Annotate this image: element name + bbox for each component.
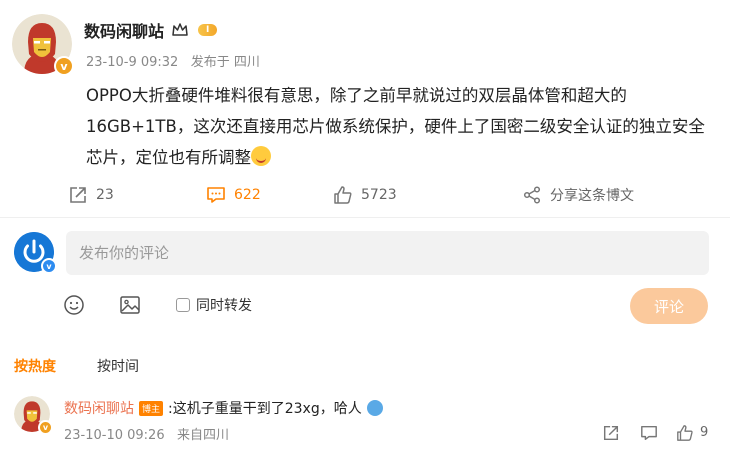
also-repost-label: 同时转发 (196, 298, 252, 314)
post-author: 数码闲聊站 I (84, 18, 218, 42)
comment-reply-button[interactable] (640, 424, 658, 442)
author-name[interactable]: 数码闲聊站 (84, 18, 164, 42)
crown-icon (172, 23, 188, 37)
sort-by-hot-tab[interactable]: 按热度 (14, 356, 56, 376)
post-content: OPPO大折叠硬件堆料很有意思，除了之前早就说过的双层晶体管和超大的16GB+1… (86, 80, 718, 173)
sort-by-time-tab[interactable]: 按时间 (97, 356, 139, 376)
comment-icon (641, 425, 657, 441)
also-repost-option[interactable]: 同时转发 (176, 295, 252, 315)
comment-text: :这机子重量干到了23xg，哈人 (168, 401, 362, 417)
comment-item: 数码闲聊站 博主 :这机子重量干到了23xg，哈人 (64, 398, 383, 418)
comment-location: 来自四川 (177, 428, 230, 443)
smiling-face-emoji-icon (251, 146, 271, 166)
repost-icon (70, 187, 86, 203)
submit-comment-button[interactable]: 评论 (630, 288, 708, 324)
repost-button[interactable]: 23 (68, 184, 114, 206)
comment-timestamp: 23-10-10 09:26 (64, 428, 165, 443)
like-button[interactable]: 5723 (333, 184, 397, 206)
verified-badge-icon: v (54, 56, 74, 76)
comment-count: 622 (234, 187, 261, 203)
comment-repost-button[interactable] (602, 424, 620, 442)
comment-like-count: 9 (700, 425, 709, 440)
share-button[interactable]: 分享这条博文 (522, 184, 634, 206)
image-upload-button[interactable] (119, 294, 141, 320)
comment-icon (207, 187, 225, 203)
smiley-icon (64, 295, 84, 315)
post-text: OPPO大折叠硬件堆料很有意思，除了之前早就说过的双层晶体管和超大的16GB+1… (86, 86, 705, 167)
post-meta: 23-10-9 09:32 发布于 四川 (86, 51, 260, 70)
comment-button[interactable]: 622 (206, 184, 261, 206)
doge-emoji-icon (366, 400, 383, 416)
post-timestamp[interactable]: 23-10-9 09:32 (86, 55, 178, 70)
comment-meta: 23-10-10 09:26 来自四川 (64, 424, 229, 443)
share-label: 分享这条博文 (550, 188, 634, 204)
verified-badge-icon: v (41, 258, 57, 274)
like-count: 5723 (361, 187, 397, 203)
also-repost-checkbox[interactable] (176, 298, 190, 312)
comment-author-name[interactable]: 数码闲聊站 (64, 398, 134, 418)
level-badge: I (198, 24, 218, 36)
comment-input[interactable] (66, 231, 709, 275)
comment-like-button[interactable] (676, 424, 694, 442)
comment-author-avatar[interactable]: v (14, 396, 53, 435)
image-icon (120, 296, 140, 314)
thumbs-up-icon (677, 425, 693, 441)
author-avatar[interactable]: v (12, 14, 74, 76)
repost-count: 23 (96, 187, 114, 203)
divider (0, 217, 730, 218)
verified-badge-icon: v (38, 420, 53, 435)
action-bar: 23 622 5723 分享这条博文 (0, 184, 730, 206)
current-user-avatar[interactable]: v (14, 232, 57, 274)
emoji-picker-button[interactable] (63, 294, 85, 320)
share-icon (523, 186, 541, 204)
repost-icon (603, 425, 619, 441)
thumbs-up-icon (334, 186, 352, 204)
blogger-tag: 博主 (139, 400, 164, 416)
post-source: 发布于 四川 (190, 55, 260, 70)
